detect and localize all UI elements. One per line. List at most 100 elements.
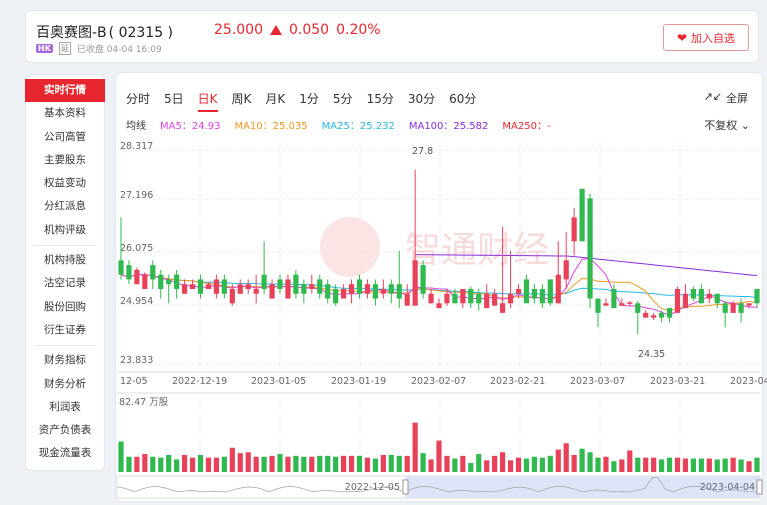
candle-body [635, 303, 641, 313]
volume-bar [404, 455, 410, 472]
volume-bar [587, 452, 593, 472]
navigator-handle-right[interactable] [756, 479, 763, 495]
candle-body [460, 288, 466, 304]
candle-body [500, 303, 506, 313]
candle-body [444, 293, 450, 304]
volume-bar [182, 454, 188, 472]
candle-body [396, 284, 402, 299]
volume-bar [754, 457, 760, 472]
candle-body [428, 293, 434, 304]
candle-body [237, 284, 243, 294]
candle-body [364, 284, 371, 294]
candle-body [603, 303, 609, 306]
x-tick-label: 2022-12-19 [172, 376, 227, 387]
x-tick-label: 2023-02-21 [490, 376, 545, 387]
volume-bar [531, 456, 537, 472]
volume-bar [674, 457, 681, 472]
candle-body [738, 303, 744, 313]
candle-body [666, 308, 673, 318]
candle-body [492, 293, 498, 306]
volume-bar [237, 453, 243, 472]
candle-body [730, 303, 736, 313]
volume-bar [714, 459, 720, 472]
volume-bar [452, 458, 458, 472]
volume-bar [539, 457, 545, 472]
volume-bar [579, 448, 585, 472]
candle-body [690, 288, 696, 299]
candle-body [571, 217, 577, 242]
volume-bar [333, 456, 339, 472]
candle-body [325, 284, 331, 299]
navigator-start-label: 2022-12-05 [345, 482, 400, 493]
candle-body [698, 288, 704, 304]
volume-bar [126, 456, 132, 472]
volume-bar [364, 457, 371, 472]
volume-bar [523, 458, 530, 472]
watermark-logo [320, 217, 380, 277]
candle-body [754, 288, 760, 304]
volume-bar [666, 457, 673, 472]
candle-body [746, 303, 752, 306]
candle-body [253, 288, 259, 294]
volume-bar [197, 454, 204, 472]
volume-bar [603, 456, 609, 472]
candle-body [388, 284, 394, 294]
candle-body [158, 274, 164, 289]
candle-body [221, 279, 227, 294]
candle-body [213, 279, 219, 294]
kline-chart[interactable]: 28.317 27.196 26.075 24.954 23.833 智通财经 12-05 2… [0, 0, 767, 505]
candle-body [261, 274, 267, 289]
x-tick-label: 12-05 [120, 376, 148, 387]
candle-body [627, 302, 633, 304]
volume-bar [555, 449, 561, 472]
volume-bar [388, 454, 394, 472]
candle-body [118, 260, 124, 275]
volume-bar [515, 457, 522, 472]
watermark: 智通财经 [405, 230, 549, 271]
volume-bar [571, 454, 577, 472]
volume-bar [245, 452, 251, 472]
candle-body [166, 279, 172, 285]
x-tick-label: 2023-02-07 [411, 376, 466, 387]
volume-bar [293, 455, 299, 472]
volume-bar [492, 455, 498, 472]
candle-body [563, 260, 569, 280]
candle-body [547, 279, 553, 304]
candle-body [595, 298, 601, 313]
volume-bar [420, 453, 426, 472]
volume-bar [213, 457, 219, 472]
y-tick-label: 24.954 [120, 296, 153, 307]
volume-bar [356, 455, 363, 472]
candle-body [301, 284, 307, 294]
candle-body [126, 265, 132, 280]
candle-body [285, 279, 291, 299]
candle-body [189, 284, 196, 289]
volume-bar [484, 460, 490, 472]
x-tick-label: 2023-03-07 [570, 376, 625, 387]
volume-bar [253, 456, 259, 472]
volume-bar [221, 456, 227, 472]
candle-body [555, 274, 561, 304]
volume-bar [659, 459, 665, 472]
navigator-handle-left[interactable] [402, 479, 409, 495]
candle-body [134, 269, 140, 285]
volume-bar [619, 459, 625, 472]
volume-bar [698, 458, 704, 472]
volume-bar [611, 461, 617, 472]
volume-bar [507, 460, 514, 472]
volume-bar [158, 457, 164, 472]
volume-bar [118, 441, 124, 472]
candle-body [643, 312, 649, 318]
low-annotation: 24.35 [638, 349, 665, 360]
y-tick-label: 27.196 [120, 190, 153, 201]
volume-bar [142, 454, 148, 472]
candle-body [722, 303, 728, 313]
candle-body [706, 293, 712, 299]
candle-body [174, 274, 180, 289]
volume-bar [189, 457, 196, 472]
volume-bar [166, 454, 172, 472]
candle-body [523, 279, 530, 304]
candle-body [651, 315, 657, 318]
volume-bar [444, 455, 450, 472]
y-tick-label: 23.833 [120, 355, 153, 366]
